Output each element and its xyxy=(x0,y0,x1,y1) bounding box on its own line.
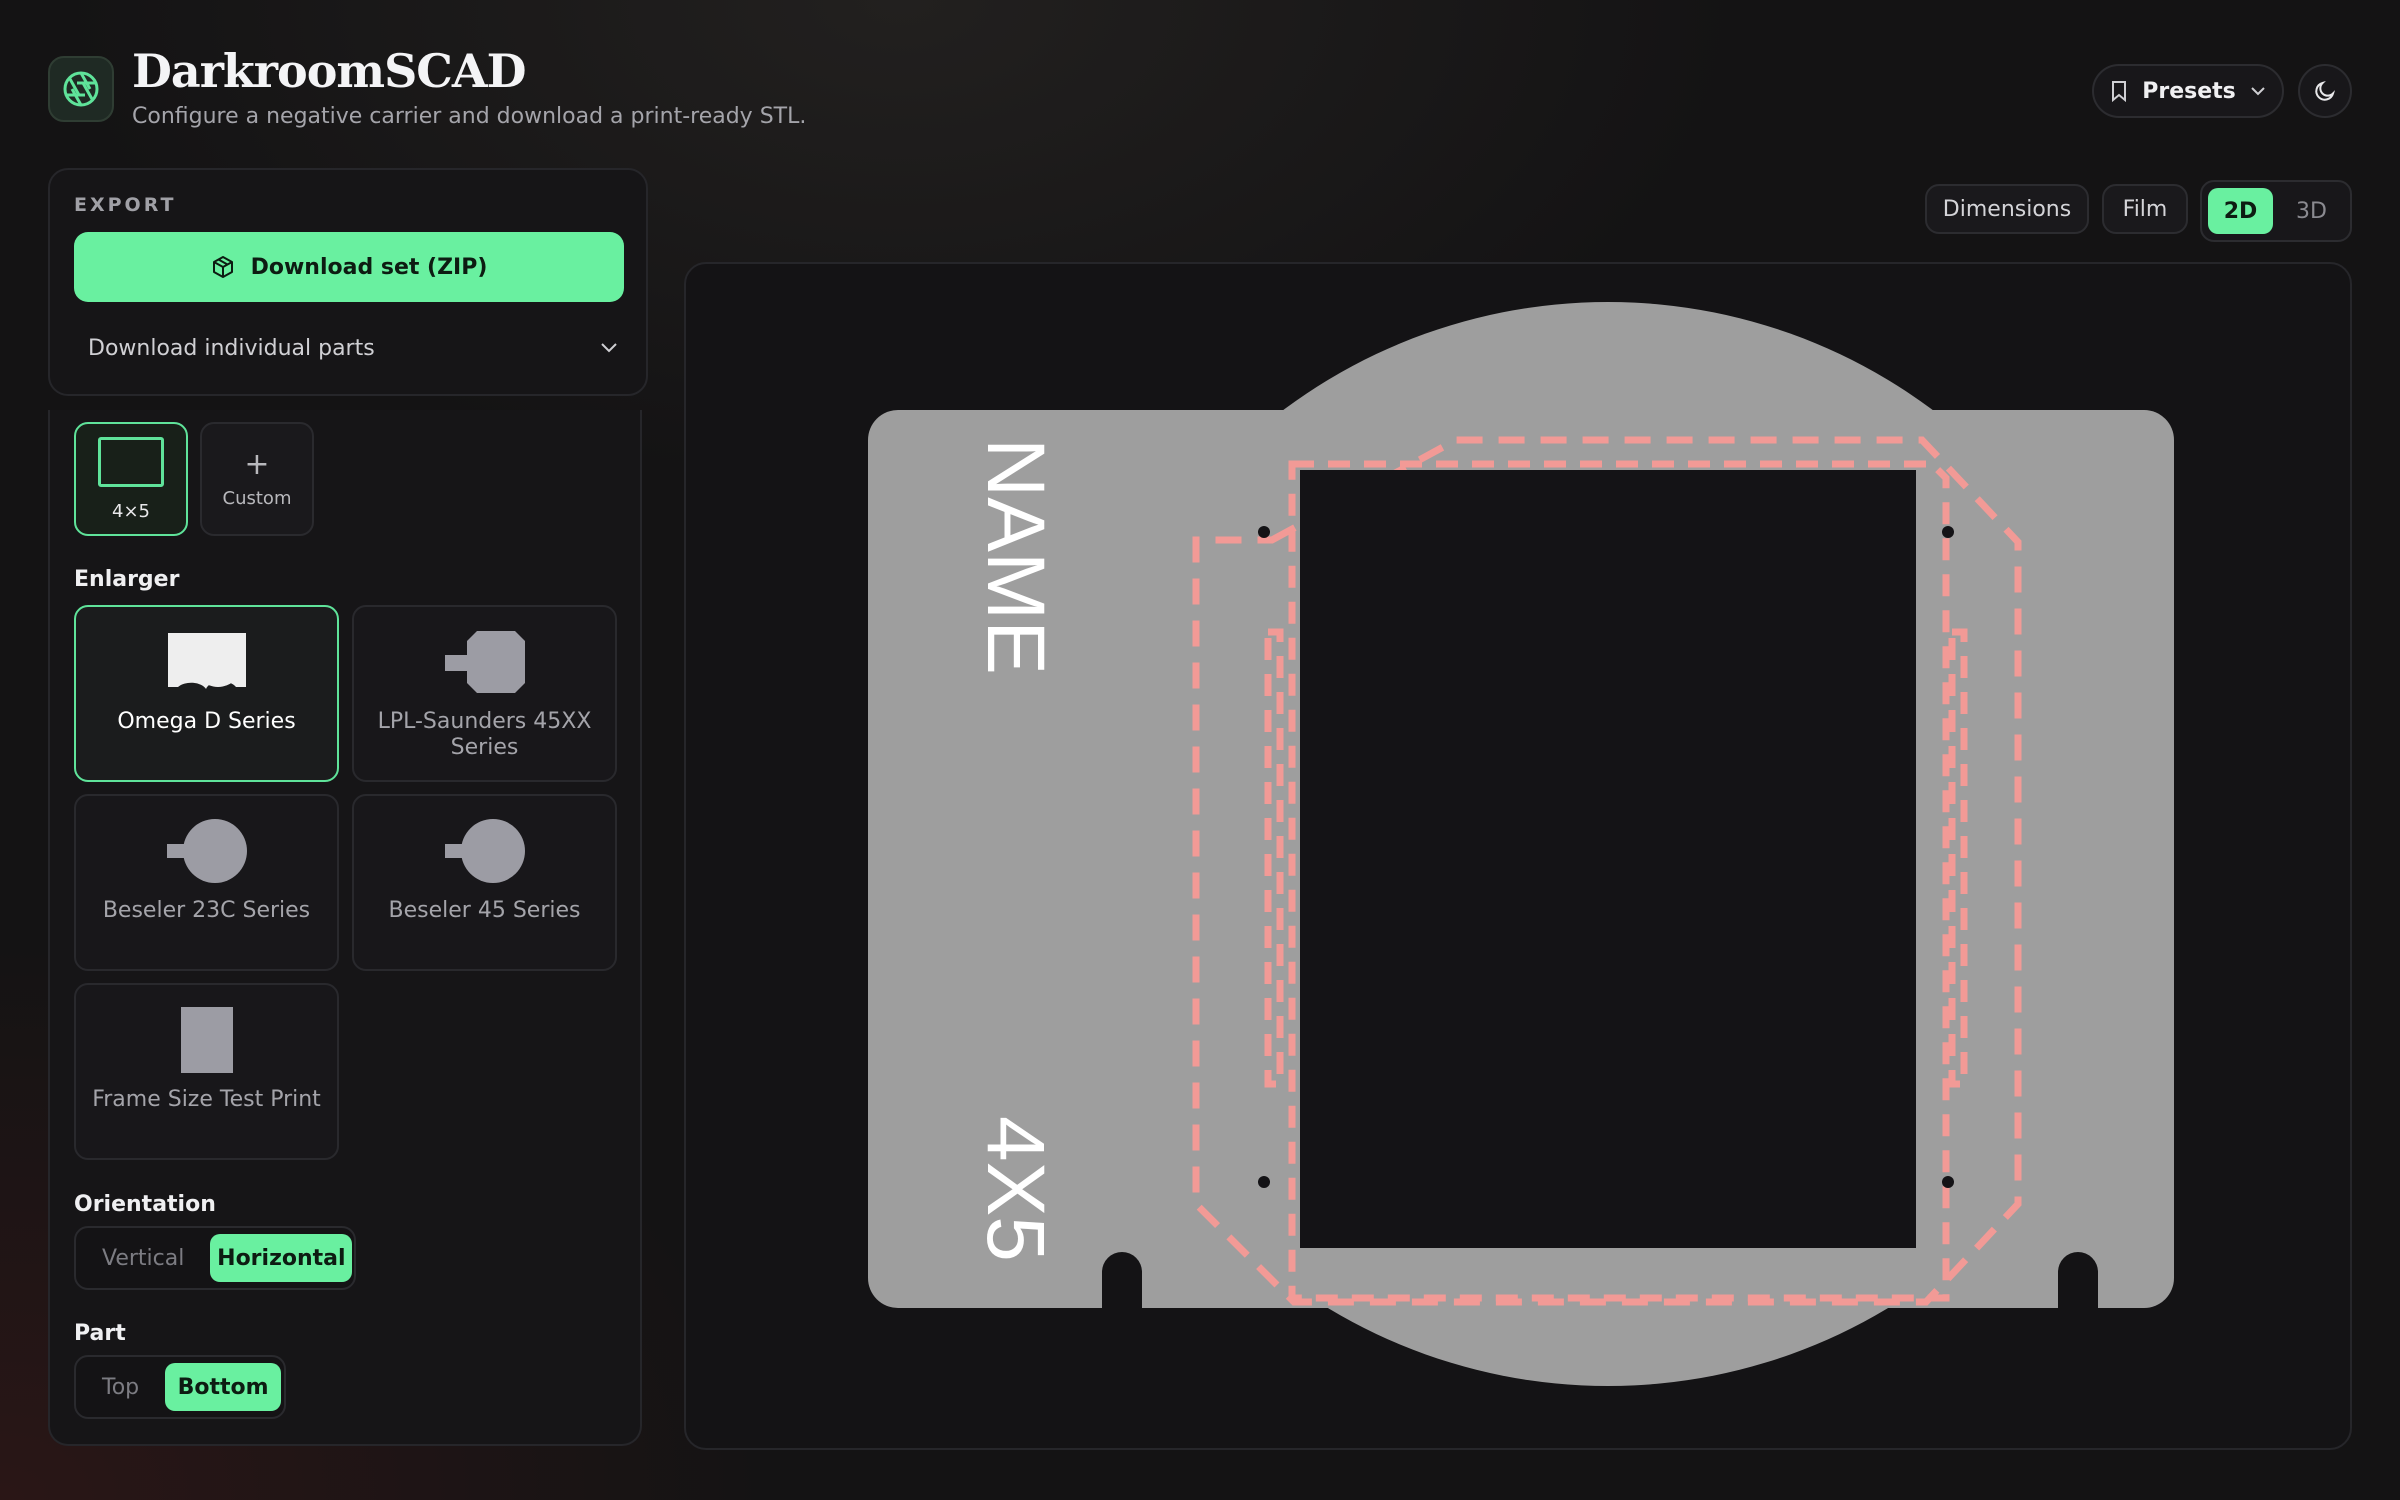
part-bottom[interactable]: Bottom xyxy=(165,1363,282,1411)
chevron-down-icon xyxy=(601,343,617,353)
film-format-4x5[interactable]: 4×5 xyxy=(74,422,188,536)
theme-toggle-button[interactable] xyxy=(2298,64,2352,118)
film-format-custom[interactable]: + Custom xyxy=(200,422,314,536)
enlarger-option-label: Beseler 45 Series xyxy=(388,898,581,923)
carrier-preview-panel: NAME 4X5 xyxy=(684,262,2352,1450)
export-panel: EXPORT Download set (ZIP) Download indiv… xyxy=(48,168,648,396)
app-title: DarkroomSCAD xyxy=(132,44,526,98)
download-parts-dropdown[interactable]: Download individual parts xyxy=(88,330,618,366)
package-icon xyxy=(212,256,233,278)
film-format-label: Custom xyxy=(222,487,292,509)
aperture-icon xyxy=(63,71,99,107)
carrier-preview-canvas[interactable]: NAME 4X5 xyxy=(686,264,2352,1450)
film-frame-icon xyxy=(98,436,164,487)
orientation-horizontal[interactable]: Horizontal xyxy=(210,1234,353,1282)
download-zip-label: Download set (ZIP) xyxy=(250,254,488,280)
beseler-23c-carrier-icon xyxy=(166,819,247,883)
enlarger-option-omega-d[interactable]: Omega D Series xyxy=(74,605,339,782)
part-toggle: Top Bottom xyxy=(74,1355,286,1419)
view-mode-3d[interactable]: 3D xyxy=(2279,188,2344,234)
dimensions-button[interactable]: Dimensions xyxy=(1925,184,2089,234)
registration-pin-top-right xyxy=(1942,526,1954,538)
registration-pin-top-left xyxy=(1258,526,1270,538)
presets-button[interactable]: Presets xyxy=(2092,64,2284,118)
enlarger-option-frame-size-test[interactable]: Frame Size Test Print xyxy=(74,983,339,1160)
film-button[interactable]: Film xyxy=(2102,184,2188,234)
enlarger-option-label: Omega D Series xyxy=(117,709,296,734)
carrier-format-engraving: 4X5 xyxy=(970,1116,1061,1262)
test-print-icon xyxy=(180,1007,233,1073)
enlarger-option-beseler-23c[interactable]: Beseler 23C Series xyxy=(74,794,339,971)
orientation-label: Orientation xyxy=(74,1192,216,1217)
film-format-label: 4×5 xyxy=(112,500,150,522)
enlarger-option-label: LPL-Saunders 45XX Series xyxy=(377,709,592,760)
registration-pin-bottom-left xyxy=(1258,1176,1270,1188)
export-section-label: EXPORT xyxy=(74,194,177,216)
alignment-slot-left xyxy=(1102,1252,1142,1310)
carrier-aperture xyxy=(1300,470,1916,1248)
app-subtitle: Configure a negative carrier and downloa… xyxy=(132,104,807,129)
chevron-down-icon xyxy=(2251,87,2265,96)
view-mode-2d[interactable]: 2D xyxy=(2208,188,2273,234)
view-mode-toggle: 2D 3D xyxy=(2200,180,2352,242)
enlarger-option-label: Frame Size Test Print xyxy=(92,1087,321,1112)
beseler-45-carrier-icon xyxy=(444,819,525,883)
enlarger-option-label: Beseler 23C Series xyxy=(102,898,311,923)
orientation-toggle: Vertical Horizontal xyxy=(74,1226,356,1290)
part-label: Part xyxy=(74,1321,126,1346)
plus-icon: + xyxy=(244,446,270,482)
moon-icon xyxy=(2315,80,2336,101)
carrier-name-engraving: NAME xyxy=(970,438,1061,675)
orientation-vertical[interactable]: Vertical xyxy=(82,1234,204,1282)
bookmark-icon xyxy=(2112,81,2127,102)
registration-pin-bottom-right xyxy=(1942,1176,1954,1188)
omega-carrier-icon xyxy=(167,633,246,689)
presets-label: Presets xyxy=(2142,78,2236,104)
enlarger-option-beseler-45[interactable]: Beseler 45 Series xyxy=(352,794,617,971)
lpl-carrier-icon xyxy=(444,631,525,693)
app-logo xyxy=(48,56,114,122)
alignment-slot-right xyxy=(2058,1252,2098,1310)
enlarger-option-lpl-saunders[interactable]: LPL-Saunders 45XX Series xyxy=(352,605,617,782)
enlarger-label: Enlarger xyxy=(74,567,180,592)
download-zip-button[interactable]: Download set (ZIP) xyxy=(74,232,624,302)
part-top[interactable]: Top xyxy=(82,1363,159,1411)
download-parts-label: Download individual parts xyxy=(88,335,375,361)
